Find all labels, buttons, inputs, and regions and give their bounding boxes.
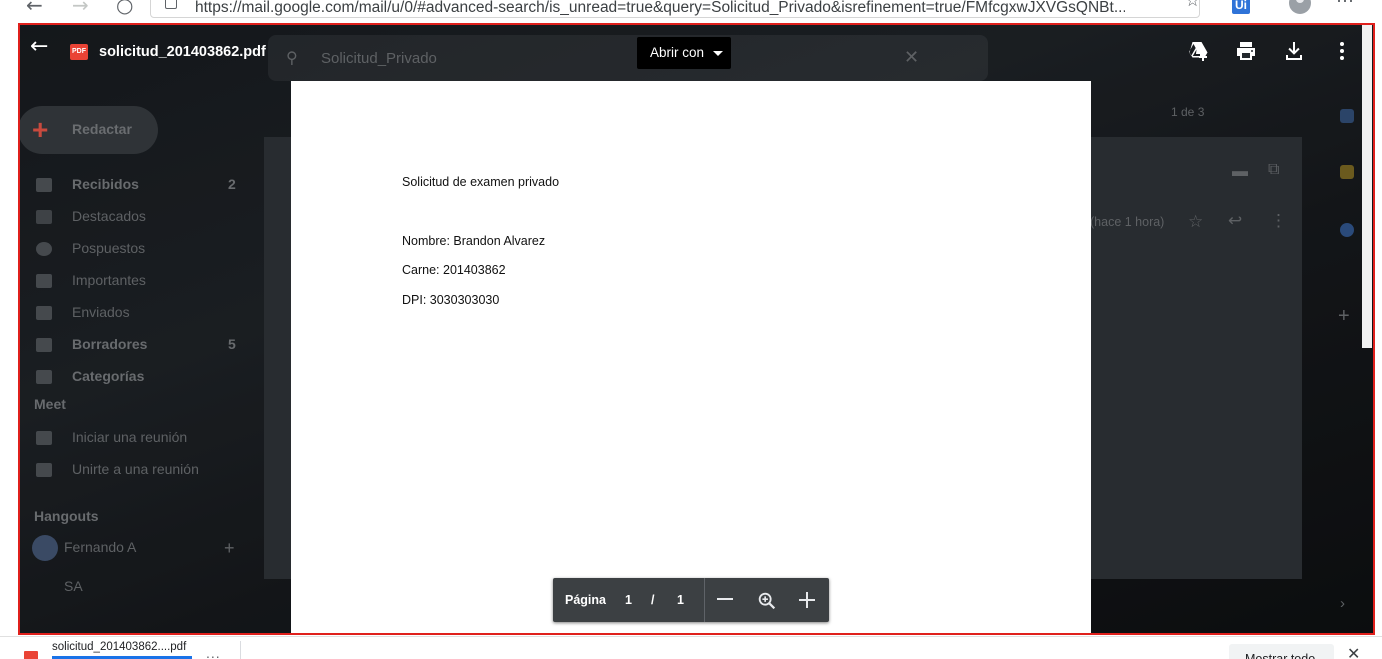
snooze-icon bbox=[36, 242, 52, 256]
gmail-pagination: 1 de 3 bbox=[1171, 105, 1205, 119]
page-controls: Página 1 / 1 bbox=[553, 578, 829, 622]
forward-icon[interactable]: → bbox=[72, 0, 89, 17]
nav-inbox: Recibidos bbox=[72, 176, 139, 192]
compose-label: Redactar bbox=[72, 121, 132, 137]
file-viewer-overlay: ⚲ Solicitud_Privado ✕ + Redactar Recibid… bbox=[18, 23, 1375, 635]
document-heading: Solicitud de examen privado bbox=[402, 175, 560, 189]
gmail-more-icon: ⋮ bbox=[1270, 211, 1287, 230]
meet-keyboard-icon bbox=[36, 463, 52, 477]
address-bar[interactable]: https://mail.google.com/mail/u/0/#advanc… bbox=[150, 0, 1200, 18]
meet-heading: Meet bbox=[34, 396, 66, 412]
close-shelf-icon[interactable]: ✕ bbox=[1347, 644, 1360, 659]
gmail-star-icon: ☆ bbox=[1188, 212, 1204, 231]
screen: ← → ○ https://mail.google.com/mail/u/0/#… bbox=[0, 0, 1382, 659]
print-icon[interactable] bbox=[1234, 39, 1258, 63]
shelf-divider bbox=[240, 641, 241, 659]
profile-avatar[interactable] bbox=[1289, 0, 1311, 14]
page-separator: / bbox=[651, 593, 655, 607]
sent-icon bbox=[36, 306, 52, 320]
file-title: solicitud_201403862.pdf bbox=[99, 44, 266, 60]
url-text[interactable]: https://mail.google.com/mail/u/0/#advanc… bbox=[195, 0, 1125, 17]
browser-toolbar: ← → ○ https://mail.google.com/mail/u/0/#… bbox=[0, 0, 1382, 22]
open-with-label: Abrir con bbox=[650, 45, 705, 60]
star-icon bbox=[36, 210, 52, 224]
nav-starred: Destacados bbox=[72, 208, 146, 224]
hangouts-contact: SA bbox=[64, 578, 83, 594]
chevron-down-icon bbox=[713, 51, 723, 56]
more-options-icon[interactable] bbox=[1330, 39, 1354, 63]
viewer-toolbar: ← PDF solicitud_201403862.pdf Abrir con bbox=[18, 23, 1375, 79]
show-all-button[interactable]: Mostrar todo bbox=[1229, 644, 1334, 659]
close-viewer-back-icon[interactable]: ← bbox=[30, 36, 48, 58]
document-field-name: Nombre: Brandon Alvarez bbox=[402, 234, 546, 248]
nav-inbox-count: 2 bbox=[228, 176, 236, 192]
download-menu-icon[interactable]: ... bbox=[206, 645, 221, 659]
zoom-in-icon[interactable] bbox=[798, 591, 816, 609]
hangouts-heading: Hangouts bbox=[34, 508, 99, 524]
compose-plus-icon: + bbox=[32, 114, 49, 145]
add-to-drive-icon[interactable] bbox=[1185, 39, 1209, 63]
pdf-file-icon: PDF bbox=[70, 44, 88, 60]
hangouts-add-icon: + bbox=[224, 538, 235, 558]
gmail-reply-icon: ↩ bbox=[1228, 211, 1243, 230]
document-field-dpi: DPI: 3030303030 bbox=[402, 293, 500, 307]
browser-menu-icon[interactable]: ⋯ bbox=[1336, 0, 1355, 12]
pdf-download-icon bbox=[24, 651, 38, 659]
nav-drafts: Borradores bbox=[72, 336, 148, 352]
pager-divider bbox=[704, 578, 705, 622]
tasks-icon bbox=[1340, 223, 1354, 237]
nav-drafts-count: 5 bbox=[228, 336, 236, 352]
categories-icon bbox=[36, 370, 52, 384]
bookmark-star-icon[interactable]: ☆ bbox=[1185, 0, 1200, 11]
nav-important: Importantes bbox=[72, 272, 146, 288]
open-with-button[interactable]: Abrir con bbox=[637, 37, 731, 69]
download-shelf: solicitud_201403862....pdf ... Mostrar t… bbox=[0, 636, 1382, 659]
drafts-icon bbox=[36, 338, 52, 352]
add-addon-icon: + bbox=[1338, 305, 1350, 327]
hangouts-user: Fernando A bbox=[64, 539, 137, 555]
nav-snoozed: Pospuestos bbox=[72, 240, 146, 256]
document-page: Solicitud de examen privado Nombre: Bran… bbox=[291, 81, 1091, 635]
current-page-field[interactable]: 1 bbox=[625, 593, 632, 607]
page-label: Página bbox=[565, 593, 606, 607]
zoom-out-icon[interactable] bbox=[717, 598, 733, 600]
meet-join: Unirte a una reunión bbox=[72, 461, 199, 477]
hangouts-avatar bbox=[32, 535, 58, 561]
total-pages: 1 bbox=[677, 593, 684, 607]
back-icon[interactable]: ← bbox=[26, 0, 43, 17]
download-icon[interactable] bbox=[1282, 39, 1306, 63]
nav-sent: Enviados bbox=[72, 304, 130, 320]
gmail-compose-button: + Redactar bbox=[18, 106, 158, 154]
lock-icon bbox=[165, 0, 177, 9]
gmail-time-ago: (hace 1 hora) bbox=[1090, 215, 1165, 229]
zoom-reset-icon[interactable] bbox=[756, 590, 778, 612]
meet-start: Iniciar una reunión bbox=[72, 429, 188, 445]
gmail-open-new-icon: ⧉ bbox=[1268, 161, 1280, 178]
keep-icon bbox=[1340, 165, 1354, 179]
important-icon bbox=[36, 274, 52, 288]
expand-panel-icon: › bbox=[1340, 595, 1345, 612]
document-field-carne: Carne: 201403862 bbox=[402, 263, 506, 277]
gmail-print-icon: ▬ bbox=[1232, 163, 1248, 180]
inbox-icon bbox=[36, 178, 52, 192]
meet-camera-icon bbox=[36, 431, 52, 445]
extension-icon[interactable]: Ui bbox=[1232, 0, 1250, 14]
nav-categories: Categorías bbox=[72, 368, 145, 384]
download-file-name[interactable]: solicitud_201403862....pdf bbox=[52, 641, 186, 653]
reload-icon[interactable]: ○ bbox=[116, 0, 133, 17]
calendar-icon bbox=[1340, 109, 1354, 123]
